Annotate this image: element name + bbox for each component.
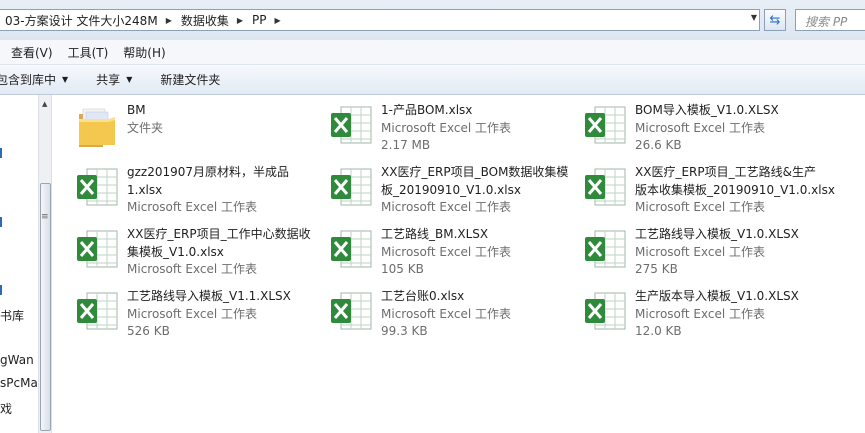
file-name: XX医疗_ERP项目_工作中心数据收 集模板_V1.0.xlsx xyxy=(127,227,311,259)
excel-icon xyxy=(77,292,118,330)
excel-icon xyxy=(331,168,372,206)
file-type: Microsoft Excel 工作表 xyxy=(635,200,766,214)
file-size: 275 KB xyxy=(635,262,678,276)
excel-icon xyxy=(77,168,118,206)
new-folder-button[interactable]: 新建文件夹 xyxy=(160,71,220,88)
nav-item-library[interactable]: 书库 xyxy=(0,307,24,324)
excel-icon xyxy=(585,292,626,330)
address-dropdown-icon[interactable]: ▼ xyxy=(751,13,757,22)
file-item[interactable]: 1-产品BOM.xlsx Microsoft Excel 工作表 2.17 MB xyxy=(307,95,557,155)
file-type: Microsoft Excel 工作表 xyxy=(635,120,766,135)
excel-icon xyxy=(331,292,372,330)
file-name: 工艺台账0.xlsx xyxy=(381,289,465,303)
address-bar[interactable]: 03-方案设计 文件大小248M ▶ 数据收集 ▶ PP ▶ ▼ xyxy=(0,9,760,31)
file-name: 工艺路线导入模板_V1.1.XLSX xyxy=(127,289,291,303)
file-type: Microsoft Excel 工作表 xyxy=(635,244,766,259)
breadcrumb-arrow-icon[interactable]: ▶ xyxy=(162,16,176,25)
excel-icon xyxy=(585,168,626,206)
search-input[interactable]: 搜索 PP xyxy=(795,9,865,31)
navigation-pane: 书库 gWan sPcMa 戏 xyxy=(0,95,38,433)
file-type: 文件夹 xyxy=(127,120,164,135)
refresh-button[interactable]: ⇆ xyxy=(764,9,786,31)
breadcrumb-root[interactable]: 03-方案设计 文件大小248M xyxy=(0,12,162,29)
breadcrumb-pp[interactable]: PP xyxy=(247,13,270,27)
breadcrumb-arrow-icon[interactable]: ▶ xyxy=(233,16,247,25)
file-name: 生产版本导入模板_V1.0.XLSX xyxy=(635,289,799,303)
breadcrumb-arrow-icon[interactable]: ▶ xyxy=(271,16,285,25)
file-item-bm-folder[interactable]: BM 文件夹 xyxy=(53,95,303,155)
file-type: Microsoft Excel 工作表 xyxy=(127,306,258,321)
file-name: 工艺路线_BM.XLSX xyxy=(381,227,489,241)
nav-scrollbar[interactable]: ▲ ≡ xyxy=(38,95,52,433)
file-type: Microsoft Excel 工作表 xyxy=(127,262,258,276)
scroll-up-icon[interactable]: ▲ xyxy=(42,100,47,108)
file-name: XX医疗_ERP项目_BOM数据收集模 板_20190910_V1.0.xlsx xyxy=(381,165,569,197)
breadcrumb-data-collection[interactable]: 数据收集 xyxy=(176,12,233,29)
file-name: gzz201907月原材料，半成品 1.xlsx xyxy=(127,165,290,197)
address-bar-area: 03-方案设计 文件大小248M ▶ 数据收集 ▶ PP ▶ ▼ ⇆ 搜索 PP xyxy=(0,0,865,40)
folder-icon xyxy=(79,108,115,147)
file-item[interactable]: 工艺台账0.xlsx Microsoft Excel 工作表 99.3 KB xyxy=(307,281,557,341)
file-item[interactable]: 工艺路线导入模板_V1.1.XLSX Microsoft Excel 工作表 5… xyxy=(53,281,303,341)
file-size: 526 KB xyxy=(127,324,170,338)
nav-item-gwan[interactable]: gWan xyxy=(0,353,34,367)
file-item[interactable]: 工艺路线_BM.XLSX Microsoft Excel 工作表 105 KB xyxy=(307,219,557,279)
file-size: 2.17 MB xyxy=(381,138,431,152)
file-size: 99.3 KB xyxy=(381,324,428,338)
file-type: Microsoft Excel 工作表 xyxy=(127,200,258,214)
menu-bar: 查看(V) 工具(T) 帮助(H) xyxy=(0,40,865,65)
menu-view[interactable]: 查看(V) xyxy=(11,44,53,61)
file-size: 26.6 KB xyxy=(635,138,682,152)
excel-icon xyxy=(331,230,372,268)
nav-item-spcma[interactable]: sPcMa xyxy=(0,376,38,390)
menu-tools[interactable]: 工具(T) xyxy=(68,44,109,61)
file-item[interactable]: 生产版本导入模板_V1.0.XLSX Microsoft Excel 工作表 1… xyxy=(561,281,811,341)
file-item[interactable]: 工艺路线导入模板_V1.0.XLSX Microsoft Excel 工作表 2… xyxy=(561,219,811,279)
nav-marker xyxy=(0,217,2,227)
file-type: Microsoft Excel 工作表 xyxy=(381,120,512,135)
file-name: 1-产品BOM.xlsx xyxy=(381,103,473,117)
menu-help[interactable]: 帮助(H) xyxy=(123,44,165,61)
file-type: Microsoft Excel 工作表 xyxy=(381,244,512,259)
file-item[interactable]: BOM导入模板_V1.0.XLSX Microsoft Excel 工作表 26… xyxy=(561,95,811,155)
share-button[interactable]: 共享 ▼ xyxy=(96,71,132,88)
file-size: 12.0 KB xyxy=(635,324,682,338)
nav-marker xyxy=(0,285,2,295)
chevron-down-icon: ▼ xyxy=(62,75,69,84)
file-name: BOM导入模板_V1.0.XLSX xyxy=(635,103,779,117)
file-size: 105 KB xyxy=(381,262,424,276)
file-list: BM 文件夹 1-产品BOM.xlsx Microsoft Excel 工作表 … xyxy=(53,95,865,433)
file-name: 工艺路线导入模板_V1.0.XLSX xyxy=(635,227,799,241)
chevron-down-icon: ▼ xyxy=(126,75,133,84)
excel-icon xyxy=(585,106,626,144)
file-name: BM xyxy=(127,103,146,117)
command-bar: 包含到库中 ▼ 共享 ▼ 新建文件夹 xyxy=(0,65,865,95)
refresh-icon: ⇆ xyxy=(769,12,781,28)
file-type: Microsoft Excel 工作表 xyxy=(381,306,512,321)
excel-icon xyxy=(331,106,372,144)
file-item[interactable]: gzz201907月原材料，半成品 1.xlsx Microsoft Excel… xyxy=(53,157,303,217)
file-type: Microsoft Excel 工作表 xyxy=(635,306,766,321)
grip-icon: ≡ xyxy=(41,212,49,222)
file-item[interactable]: XX医疗_ERP项目_工艺路线&生产 版本收集模板_20190910_V1.0.… xyxy=(561,157,835,217)
nav-marker xyxy=(0,148,2,158)
excel-icon xyxy=(77,230,118,268)
include-in-library-button[interactable]: 包含到库中 ▼ xyxy=(0,71,68,88)
file-item[interactable]: XX医疗_ERP项目_BOM数据收集模 板_20190910_V1.0.xlsx… xyxy=(307,157,568,217)
nav-item-games[interactable]: 戏 xyxy=(0,400,12,417)
file-type: Microsoft Excel 工作表 xyxy=(381,200,512,214)
file-item[interactable]: XX医疗_ERP项目_工作中心数据收 集模板_V1.0.xlsx Microso… xyxy=(53,219,311,279)
excel-icon xyxy=(585,230,626,268)
file-name: XX医疗_ERP项目_工艺路线&生产 版本收集模板_20190910_V1.0.… xyxy=(635,165,835,197)
